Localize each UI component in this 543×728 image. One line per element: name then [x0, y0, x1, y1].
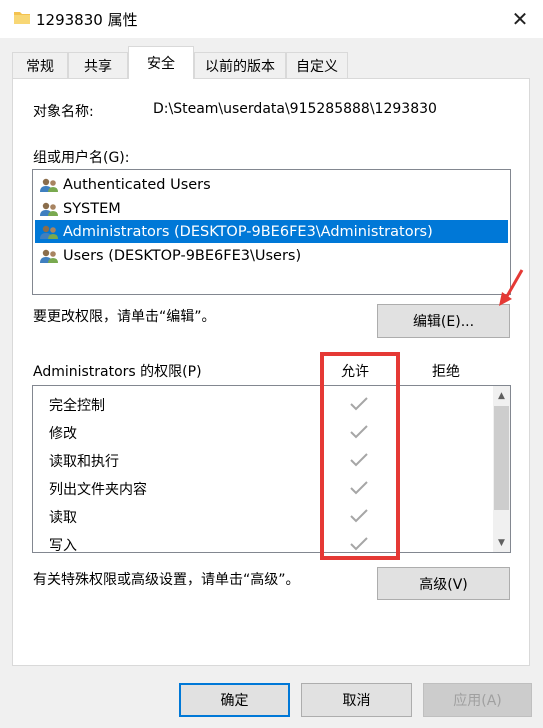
tab-sharing[interactable]: 共享	[68, 52, 128, 78]
permission-row: 读取	[49, 503, 77, 531]
object-name-label: 对象名称:	[33, 104, 94, 120]
tab-previous-versions[interactable]: 以前的版本	[194, 52, 286, 78]
annotation-arrow-icon	[499, 269, 524, 306]
permission-name: 读取和执行	[49, 454, 119, 470]
tab-security[interactable]: 安全	[128, 46, 194, 79]
scrollbar-thumb[interactable]	[494, 406, 509, 510]
edit-button[interactable]: 编辑(E)...	[377, 304, 510, 338]
permission-row: 修改	[49, 419, 77, 447]
advanced-hint: 有关特殊权限或高级设置，请单击“高级”。	[33, 572, 300, 588]
deny-column-header: 拒绝	[432, 364, 460, 380]
object-name-value: D:\Steam\userdata\915285888\1293830	[153, 101, 437, 117]
users-group-icon	[40, 202, 58, 216]
edit-hint: 要更改权限，请单击“编辑”。	[33, 309, 216, 325]
permission-name: 写入	[49, 538, 77, 553]
groups-label: 组或用户名(G):	[33, 150, 130, 166]
scrollbar[interactable]: ▲ ▼	[493, 386, 510, 552]
scroll-down-icon[interactable]: ▼	[493, 534, 510, 551]
users-group-icon	[40, 225, 58, 239]
list-item-label: Users (DESKTOP-9BE6FE3\Users)	[63, 247, 302, 264]
tab-customize[interactable]: 自定义	[286, 52, 348, 78]
list-item[interactable]: Authenticated Users	[35, 173, 508, 196]
apply-button[interactable]: 应用(A)	[423, 683, 532, 717]
permissions-label: Administrators 的权限(P)	[33, 364, 202, 380]
permissions-listbox[interactable]: 完全控制 修改 读取和执行 列出文件夹内容 读取 写入 ▲ ▼	[32, 385, 511, 553]
scroll-up-icon[interactable]: ▲	[493, 387, 510, 404]
permission-row: 写入	[49, 531, 77, 553]
window-title: 1293830 属性	[36, 11, 138, 29]
annotation-highlight-box	[320, 352, 400, 560]
cancel-button[interactable]: 取消	[301, 683, 412, 717]
permission-row: 完全控制	[49, 391, 105, 419]
close-icon[interactable]: ✕	[497, 0, 543, 38]
users-group-icon	[40, 178, 58, 192]
list-item-label: Authenticated Users	[63, 176, 211, 193]
list-item[interactable]: Users (DESKTOP-9BE6FE3\Users)	[35, 244, 508, 267]
list-item[interactable]: SYSTEM	[35, 197, 508, 220]
tab-general[interactable]: 常规	[12, 52, 68, 78]
permission-name: 列出文件夹内容	[49, 482, 147, 498]
permission-name: 修改	[49, 426, 77, 442]
users-group-icon	[40, 249, 58, 263]
permission-row: 读取和执行	[49, 447, 119, 475]
folder-icon	[14, 12, 30, 24]
ok-button[interactable]: 确定	[179, 683, 290, 717]
list-item-selected[interactable]: Administrators (DESKTOP-9BE6FE3\Administ…	[35, 220, 508, 243]
permission-name: 读取	[49, 510, 77, 526]
list-item-label: Administrators (DESKTOP-9BE6FE3\Administ…	[63, 223, 433, 240]
permission-row: 列出文件夹内容	[49, 475, 147, 503]
list-item-label: SYSTEM	[63, 200, 121, 217]
permission-name: 完全控制	[49, 398, 105, 414]
groups-listbox[interactable]: Authenticated Users SYSTEM Administrator…	[32, 169, 511, 295]
advanced-button[interactable]: 高级(V)	[377, 567, 510, 600]
title-bar: 1293830 属性 ✕	[0, 0, 543, 38]
